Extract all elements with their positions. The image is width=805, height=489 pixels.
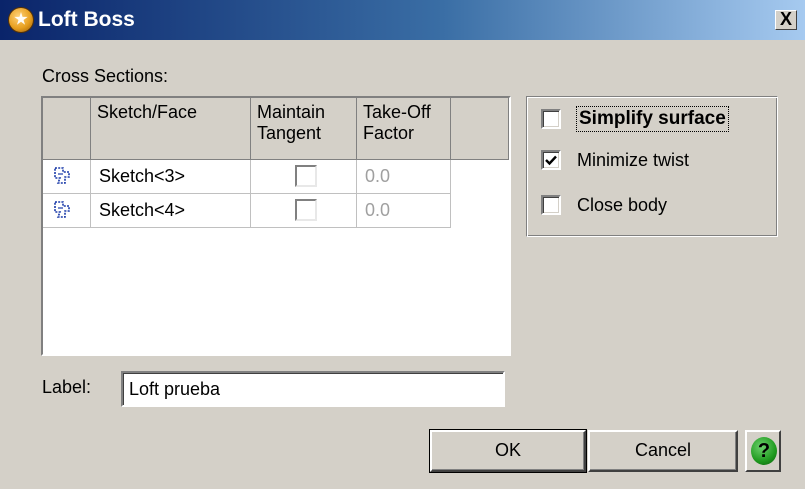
window-title: Loft Boss — [38, 8, 135, 31]
cancel-button[interactable]: Cancel — [588, 430, 738, 472]
minimize-twist-label[interactable]: Minimize twist — [577, 148, 689, 172]
row-takeoff-factor[interactable]: 0.0 — [357, 160, 451, 194]
help-button[interactable]: ? — [745, 430, 781, 472]
header-icon-column — [43, 98, 91, 160]
simplify-surface-label[interactable]: Simplify surface — [576, 106, 729, 132]
header-sketch-face[interactable]: Sketch/Face — [91, 98, 251, 160]
header-sketch-face-line1: Sketch/Face — [97, 102, 198, 122]
close-body-checkbox[interactable] — [541, 195, 561, 215]
row-maintain-tangent-cell — [251, 194, 357, 228]
header-maintain-tangent[interactable]: Maintain Tangent — [251, 98, 357, 160]
row-extra-cell — [451, 160, 509, 194]
ok-button[interactable]: OK — [429, 429, 587, 473]
minimize-twist-checkbox[interactable] — [541, 150, 561, 170]
label-field-label: Label: — [42, 377, 92, 397]
label-input[interactable] — [121, 371, 505, 407]
table-row[interactable]: Sketch<3> 0.0 — [43, 160, 509, 194]
close-icon: X — [779, 9, 792, 29]
loft-boss-icon — [9, 8, 33, 32]
grid-header: Sketch/Face Maintain Tangent Take-Off Fa… — [43, 98, 509, 160]
close-body-label[interactable]: Close body — [577, 193, 667, 217]
table-row[interactable]: Sketch<4> 0.0 — [43, 194, 509, 228]
row-sketch-name: Sketch<4> — [91, 194, 251, 228]
title-bar[interactable]: Loft Boss X — [0, 0, 805, 40]
options-group: Simplify surface Minimize twist Close bo… — [526, 96, 778, 237]
cross-sections-grid[interactable]: Sketch/Face Maintain Tangent Take-Off Fa… — [41, 96, 511, 356]
row-icon-cell — [43, 160, 91, 194]
help-icon: ? — [751, 437, 777, 465]
header-maintain-tangent-line2: Tangent — [257, 123, 322, 143]
header-takeoff-factor-line2: Factor — [363, 123, 415, 143]
simplify-surface-checkbox[interactable] — [541, 109, 561, 129]
maintain-tangent-checkbox[interactable] — [295, 165, 317, 187]
loft-boss-dialog: Loft Boss X Cross Sections: Sketch/Face … — [0, 0, 805, 489]
sketch-icon — [54, 201, 70, 218]
header-maintain-tangent-line1: Maintain — [257, 102, 326, 122]
row-maintain-tangent-cell — [251, 160, 357, 194]
row-sketch-name: Sketch<3> — [91, 160, 251, 194]
header-extra-column — [451, 98, 509, 160]
header-takeoff-factor[interactable]: Take-Off Factor — [357, 98, 451, 160]
row-extra-cell — [451, 194, 509, 228]
sketch-icon — [54, 167, 70, 184]
row-icon-cell — [43, 194, 91, 228]
maintain-tangent-checkbox[interactable] — [295, 199, 317, 221]
cross-sections-label: Cross Sections: — [42, 66, 169, 86]
close-button[interactable]: X — [775, 10, 797, 30]
checkmark-icon — [545, 155, 557, 166]
header-takeoff-factor-line1: Take-Off — [363, 102, 431, 122]
row-takeoff-factor[interactable]: 0.0 — [357, 194, 451, 228]
